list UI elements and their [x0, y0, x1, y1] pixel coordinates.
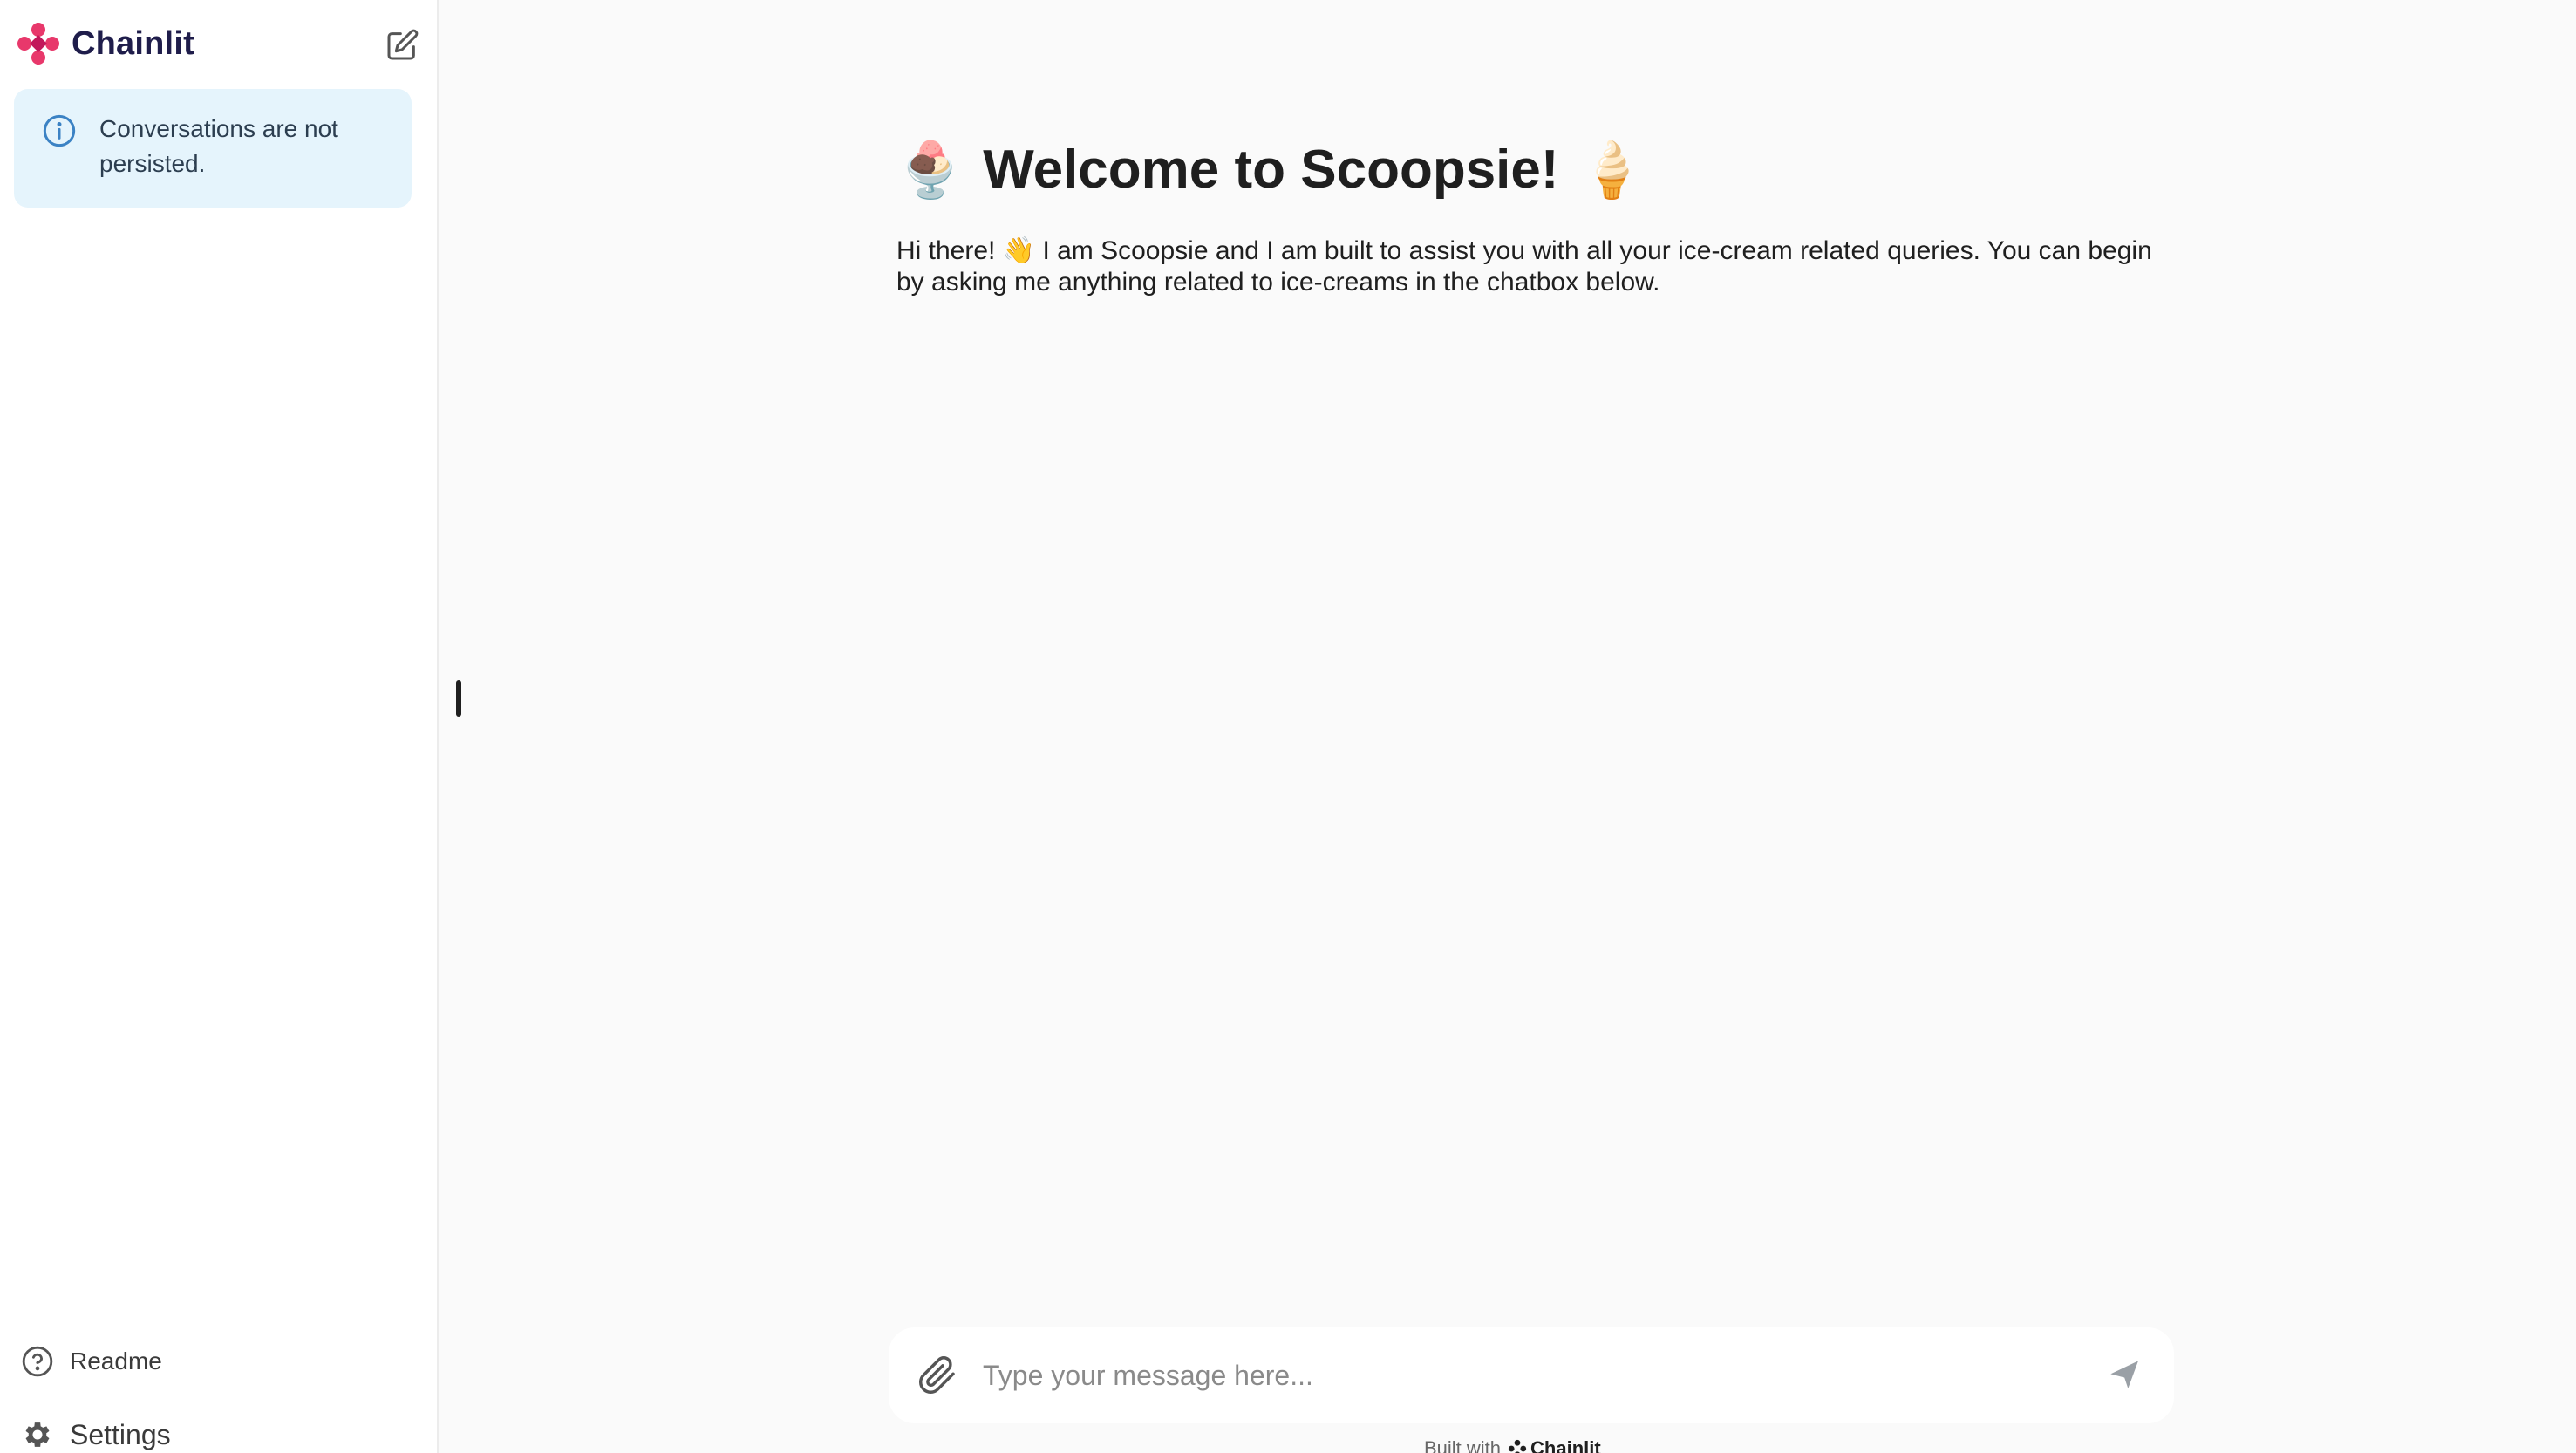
waving-hand-emoji: 👋 — [1002, 235, 1036, 266]
chat-main: 🍨 Welcome to Scoopsie! 🍦 Hi there! 👋 I a… — [439, 0, 2576, 1453]
chainlit-logo-icon — [17, 23, 59, 65]
new-chat-button[interactable] — [381, 24, 423, 66]
readme-label: Readme — [70, 1347, 162, 1375]
sidebar-resize-handle[interactable] — [456, 680, 461, 717]
welcome-message: 🍨 Welcome to Scoopsie! 🍦 Hi there! 👋 I a… — [896, 131, 2152, 298]
new-chat-icon — [387, 29, 419, 60]
readme-button[interactable]: Readme — [21, 1345, 162, 1378]
sidebar: Chainlit Conversations are not persisted… — [0, 0, 439, 1453]
welcome-title-text: Welcome to Scoopsie! — [983, 140, 1559, 200]
attach-file-button[interactable] — [913, 1351, 962, 1400]
gear-icon — [25, 1422, 50, 1447]
chainlit-mini-logo-icon — [1508, 1439, 1527, 1453]
notice-text: Conversations are not persisted. — [99, 115, 338, 177]
welcome-greeting: Hi there! — [896, 236, 996, 265]
send-icon — [2110, 1361, 2138, 1388]
send-button[interactable] — [2101, 1351, 2150, 1400]
message-composer — [889, 1327, 2174, 1423]
ice-cream-bowl-emoji: 🍨 — [896, 138, 964, 201]
help-circle-icon — [22, 1346, 53, 1377]
info-icon — [43, 114, 76, 147]
app-window: Chainlit Conversations are not persisted… — [0, 0, 2576, 1453]
built-with-brand-name: Chainlit — [1530, 1437, 1601, 1453]
built-with-brand: Chainlit — [1508, 1437, 1601, 1453]
welcome-body: I am Scoopsie and I am built to assist y… — [896, 236, 2152, 297]
persistence-notice: Conversations are not persisted. — [14, 89, 412, 208]
settings-label: Settings — [70, 1418, 171, 1450]
built-with-footer[interactable]: Built with Chainlit — [1424, 1437, 1601, 1453]
ice-cream-cone-emoji: 🍦 — [1578, 138, 1646, 201]
built-with-prefix: Built with — [1424, 1437, 1502, 1453]
paperclip-icon — [919, 1356, 955, 1394]
settings-button[interactable]: Settings — [21, 1418, 171, 1451]
brand[interactable]: Chainlit — [16, 21, 194, 66]
brand-name: Chainlit — [72, 24, 194, 62]
welcome-title: 🍨 Welcome to Scoopsie! 🍦 — [896, 131, 2152, 209]
message-input[interactable] — [962, 1359, 2101, 1392]
welcome-text: Hi there! 👋 I am Scoopsie and I am built… — [896, 235, 2152, 298]
